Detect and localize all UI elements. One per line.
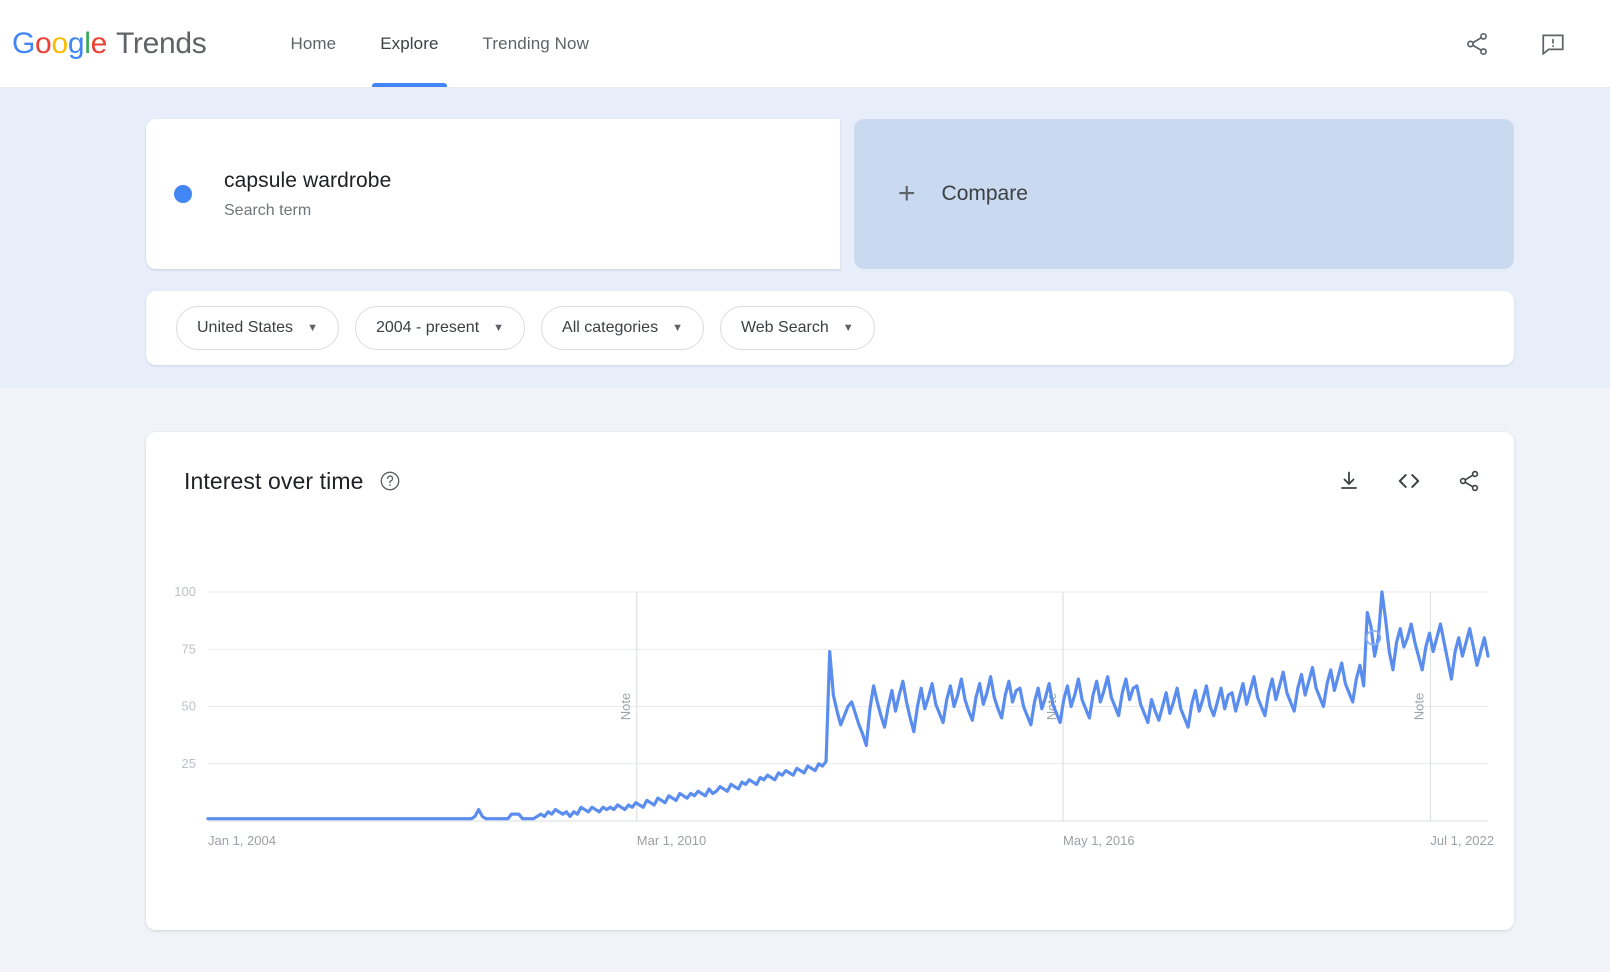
filter-time-range-label: 2004 - present	[375, 319, 480, 336]
nav-links: Home Explore Trending Now	[268, 0, 611, 87]
feedback-icon[interactable]	[1536, 27, 1570, 61]
logo-letter-o1: o	[35, 26, 52, 60]
y-axis-tick-label: 75	[182, 641, 196, 656]
search-term-text: capsule wardrobe Search term	[224, 168, 391, 219]
chevron-down-icon: ▼	[842, 322, 854, 334]
search-term-title: capsule wardrobe	[224, 169, 392, 193]
share-icon[interactable]	[1454, 466, 1484, 496]
help-circle-icon[interactable]	[379, 470, 401, 492]
nav-item-explore[interactable]: Explore	[358, 0, 460, 87]
logo-letter-o2: o	[51, 26, 68, 60]
filter-category[interactable]: All categories ▼	[541, 306, 704, 350]
query-cards: capsule wardrobe Search term + Compare	[146, 119, 1514, 269]
note-annotation-label: Note	[1411, 693, 1426, 720]
embed-code-icon[interactable]	[1394, 466, 1424, 496]
chart-title: Interest over time	[184, 467, 364, 494]
logo-letter-g1: G	[12, 26, 36, 60]
filter-time-range[interactable]: 2004 - present ▼	[354, 306, 526, 350]
search-term-subtitle: Search term	[224, 201, 312, 219]
filter-category-label: All categories	[562, 319, 659, 336]
chevron-down-icon: ▼	[672, 322, 683, 334]
interest-over-time-card: Interest over time 100 75 50 25 Note Not…	[146, 432, 1514, 930]
filter-search-type[interactable]: Web Search ▼	[719, 306, 875, 350]
chevron-down-icon: ▼	[493, 322, 505, 334]
filter-location-label: United States	[197, 319, 294, 336]
y-axis-tick-label: 50	[182, 699, 196, 714]
google-trends-logo[interactable]: Google Trends	[12, 26, 207, 61]
filter-location[interactable]: United States ▼	[176, 306, 339, 350]
nav-item-trending-now[interactable]: Trending Now	[461, 0, 611, 87]
top-navigation-bar: Google Trends Home Explore Trending Now	[0, 0, 1610, 88]
note-annotation-label: Note	[618, 693, 633, 720]
interest-over-time-chart[interactable]: 100 75 50 25 Note Note Note Jan 1, 2004 Mar 1, 2…	[146, 580, 1514, 865]
series-color-dot	[174, 185, 192, 203]
logo-letter-g2: g	[67, 26, 85, 60]
x-axis-tick-label: Jan 1, 2004	[208, 833, 276, 848]
chart-svg: 100755025Note Note NoteJan 1, 2004 Mar 1, 2…	[174, 584, 1494, 848]
nav-item-home[interactable]: Home	[268, 0, 358, 87]
logo-word-trends: Trends	[115, 26, 207, 60]
share-icon[interactable]	[1460, 27, 1494, 61]
data-line	[206, 590, 1490, 821]
x-axis-tick-label: Mar 1, 2010	[637, 833, 706, 848]
download-icon[interactable]	[1334, 466, 1364, 496]
x-axis-tick-label: May 1, 2016	[1063, 833, 1135, 848]
plus-icon: +	[898, 177, 916, 210]
chart-header: Interest over time	[184, 466, 1484, 496]
y-axis-tick-label: 100	[174, 584, 196, 599]
compare-label: Compare	[941, 182, 1028, 205]
y-axis-tick-label: 25	[182, 756, 196, 771]
chart-toolbar	[1334, 466, 1484, 496]
top-bar-icons	[1460, 27, 1570, 61]
filter-search-type-label: Web Search	[740, 319, 829, 336]
query-band: capsule wardrobe Search term + Compare U…	[0, 88, 1610, 388]
logo-letter-e: e	[90, 26, 108, 60]
search-term-card[interactable]: capsule wardrobe Search term	[146, 119, 840, 269]
compare-card[interactable]: + Compare	[854, 119, 1514, 269]
x-axis-tick-label: Jul 1, 2022	[1430, 833, 1494, 848]
filter-bar: United States ▼ 2004 - present ▼ All cat…	[146, 291, 1514, 365]
chevron-down-icon: ▼	[307, 322, 318, 334]
